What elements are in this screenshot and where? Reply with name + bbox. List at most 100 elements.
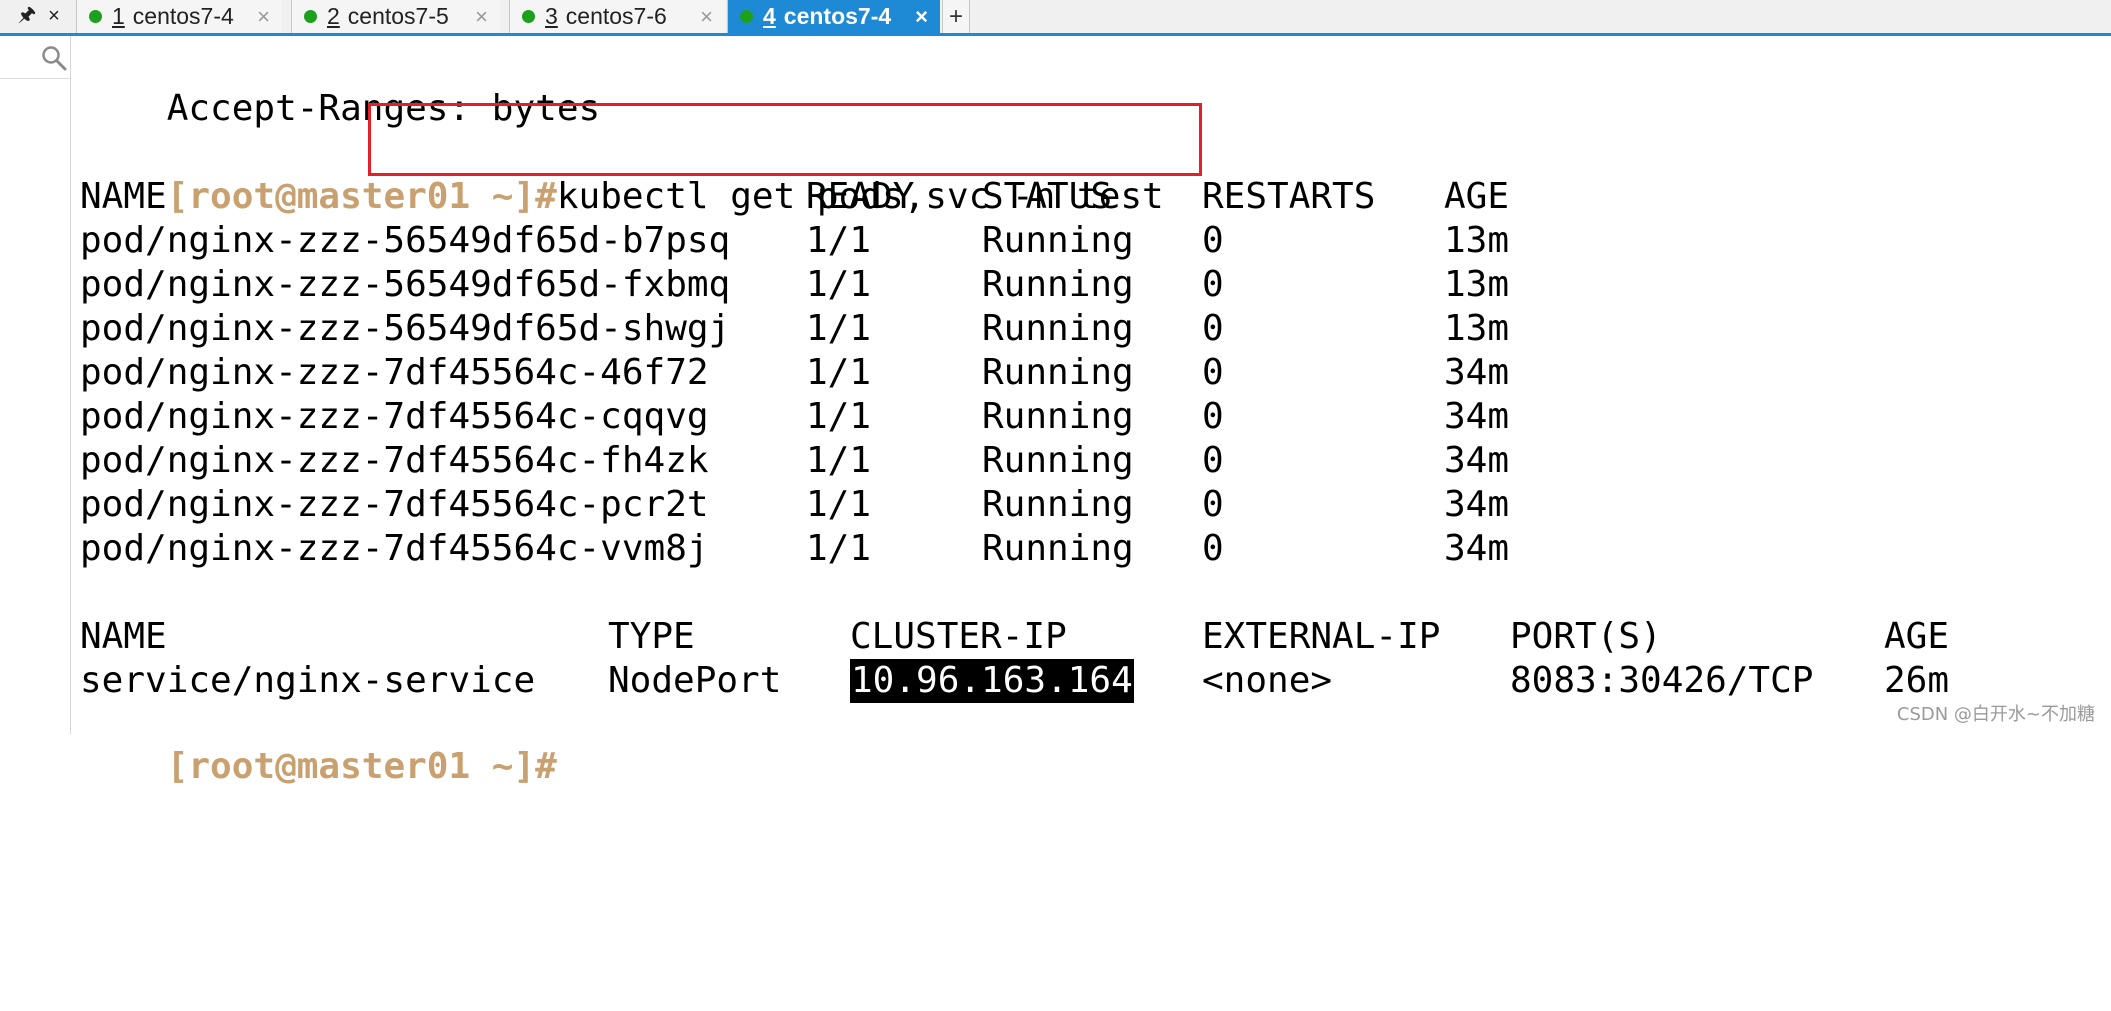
pod-ready: 1/1 bbox=[806, 264, 872, 305]
pod-name: pod/nginx-zzz-56549df65d-b7psq bbox=[80, 220, 731, 261]
pod-ready: 1/1 bbox=[806, 220, 872, 261]
table-row: pod/nginx-zzz-7df45564c-vvm8j 1/1 Runnin… bbox=[80, 527, 1509, 571]
table-row: pod/nginx-zzz-56549df65d-fxbmq 1/1 Runni… bbox=[80, 263, 1509, 307]
pod-status: Running bbox=[982, 396, 1134, 437]
shell-prompt: [root@master01 ~]# bbox=[166, 746, 557, 787]
tab-number: 1 bbox=[112, 3, 125, 29]
tab-number: 2 bbox=[327, 3, 340, 29]
service-cluster-ip-selected[interactable]: 10.96.163.164 bbox=[850, 659, 1134, 703]
tab-close-icon[interactable]: × bbox=[915, 0, 928, 33]
column-header: STATUS bbox=[982, 176, 1113, 217]
pod-ready: 1/1 bbox=[806, 308, 872, 349]
pod-ready: 1/1 bbox=[806, 396, 872, 437]
tab-label: centos7-4 bbox=[132, 3, 234, 29]
pod-age: 34m bbox=[1444, 484, 1510, 525]
tab-number: 3 bbox=[545, 3, 558, 29]
pod-restarts: 0 bbox=[1202, 528, 1224, 569]
pod-status: Running bbox=[982, 352, 1134, 393]
table-row: pod/nginx-zzz-7df45564c-46f72 1/1 Runnin… bbox=[80, 351, 1509, 395]
column-header: RESTARTS bbox=[1202, 176, 1376, 217]
pod-ready: 1/1 bbox=[806, 528, 872, 569]
pod-name: pod/nginx-zzz-56549df65d-shwgj bbox=[80, 308, 731, 349]
pod-restarts: 0 bbox=[1202, 220, 1224, 261]
column-header: NAME bbox=[80, 176, 167, 217]
pod-age: 34m bbox=[1444, 528, 1510, 569]
column-header: TYPE bbox=[608, 616, 695, 657]
annotation-highlight-box bbox=[368, 103, 1202, 176]
pod-restarts: 0 bbox=[1202, 440, 1224, 481]
service-name: service/nginx-service bbox=[80, 660, 536, 701]
service-age: 26m bbox=[1884, 660, 1950, 701]
gutter-divider bbox=[0, 78, 70, 79]
pod-ready: 1/1 bbox=[806, 440, 872, 481]
connected-status-icon bbox=[304, 10, 317, 23]
pod-status: Running bbox=[982, 264, 1134, 305]
new-tab-button[interactable]: + bbox=[942, 0, 970, 33]
pod-age: 13m bbox=[1444, 264, 1510, 305]
shell-prompt: [root@master01 ~]# bbox=[166, 176, 557, 217]
pod-restarts: 0 bbox=[1202, 352, 1224, 393]
connected-status-icon bbox=[522, 10, 535, 23]
column-header: AGE bbox=[1444, 176, 1510, 217]
pod-restarts: 0 bbox=[1202, 308, 1224, 349]
pod-restarts: 0 bbox=[1202, 396, 1224, 437]
tab-label: centos7-4 bbox=[783, 3, 892, 29]
tab-bar: 🖈 × 1 centos7-4 × 2 centos7-5 × 3 centos… bbox=[0, 0, 2111, 36]
pods-table-header: NAME READY STATUS RESTARTS AGE bbox=[80, 175, 1509, 219]
tab-close-icon[interactable]: × bbox=[257, 0, 270, 33]
tab-label: centos7-5 bbox=[347, 3, 449, 29]
pin-icon[interactable]: 🖈 bbox=[14, 0, 40, 33]
services-table-header: NAME TYPE CLUSTER-IP EXTERNAL-IP PORT(S)… bbox=[80, 615, 1949, 659]
table-row: service/nginx-service NodePort 10.96.163… bbox=[80, 659, 1949, 703]
pod-ready: 1/1 bbox=[806, 352, 872, 393]
pod-restarts: 0 bbox=[1202, 264, 1224, 305]
pod-status: Running bbox=[982, 220, 1134, 261]
terminal-line: Accept-Ranges: bytes bbox=[80, 43, 600, 129]
service-external-ip: <none> bbox=[1202, 660, 1333, 701]
pod-age: 13m bbox=[1444, 220, 1510, 261]
pod-name: pod/nginx-zzz-7df45564c-fh4zk bbox=[80, 440, 709, 481]
side-gutter bbox=[0, 36, 71, 734]
connected-status-icon bbox=[740, 10, 753, 23]
watermark-text: CSDN @白开水~不加糖 bbox=[1896, 704, 2095, 725]
table-row: pod/nginx-zzz-7df45564c-pcr2t 1/1 Runnin… bbox=[80, 483, 1509, 527]
table-row: pod/nginx-zzz-56549df65d-shwgj 1/1 Runni… bbox=[80, 307, 1509, 351]
column-header: EXTERNAL-IP bbox=[1202, 616, 1441, 657]
pod-age: 13m bbox=[1444, 308, 1510, 349]
pod-age: 34m bbox=[1444, 396, 1510, 437]
service-type: NodePort bbox=[608, 660, 782, 701]
column-header: READY bbox=[806, 176, 915, 217]
search-icon[interactable] bbox=[40, 44, 68, 72]
table-row: pod/nginx-zzz-7df45564c-cqqvg 1/1 Runnin… bbox=[80, 395, 1509, 439]
pod-ready: 1/1 bbox=[806, 484, 872, 525]
tab-session-3[interactable]: 3 centos7-6 × bbox=[509, 0, 725, 33]
pod-age: 34m bbox=[1444, 352, 1510, 393]
pod-status: Running bbox=[982, 528, 1134, 569]
tab-session-4-active[interactable]: 4 centos7-4 × bbox=[727, 0, 940, 33]
pod-name: pod/nginx-zzz-7df45564c-46f72 bbox=[80, 352, 709, 393]
pod-name: pod/nginx-zzz-7df45564c-pcr2t bbox=[80, 484, 709, 525]
tab-session-1[interactable]: 1 centos7-4 × bbox=[76, 0, 282, 33]
column-header: AGE bbox=[1884, 616, 1950, 657]
column-header: CLUSTER-IP bbox=[850, 616, 1067, 657]
column-header: NAME bbox=[80, 616, 167, 657]
pod-status: Running bbox=[982, 308, 1134, 349]
pod-status: Running bbox=[982, 440, 1134, 481]
tab-close-icon[interactable]: × bbox=[700, 0, 713, 33]
tab-label: centos7-6 bbox=[565, 3, 667, 29]
pod-name: pod/nginx-zzz-7df45564c-vvm8j bbox=[80, 528, 709, 569]
command-line: [root@master01 ~]# bbox=[80, 701, 557, 787]
pod-status: Running bbox=[982, 484, 1134, 525]
pod-restarts: 0 bbox=[1202, 484, 1224, 525]
connected-status-icon bbox=[89, 10, 102, 23]
service-ports: 8083:30426/TCP bbox=[1510, 660, 1814, 701]
pod-name: pod/nginx-zzz-7df45564c-cqqvg bbox=[80, 396, 709, 437]
close-icon[interactable]: × bbox=[42, 0, 66, 33]
tab-close-icon[interactable]: × bbox=[475, 0, 488, 33]
tab-session-2[interactable]: 2 centos7-5 × bbox=[291, 0, 500, 33]
column-header: PORT(S) bbox=[1510, 616, 1662, 657]
pod-age: 34m bbox=[1444, 440, 1510, 481]
table-row: pod/nginx-zzz-56549df65d-b7psq 1/1 Runni… bbox=[80, 219, 1509, 263]
pod-name: pod/nginx-zzz-56549df65d-fxbmq bbox=[80, 264, 731, 305]
table-row: pod/nginx-zzz-7df45564c-fh4zk 1/1 Runnin… bbox=[80, 439, 1509, 483]
